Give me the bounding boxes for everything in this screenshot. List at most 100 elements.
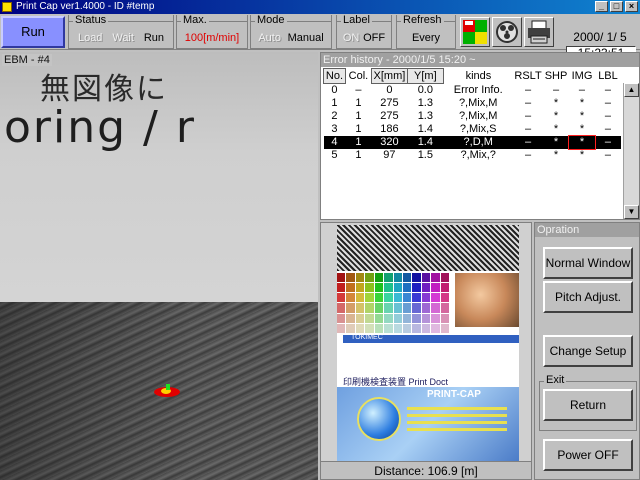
table-cell: 1 <box>345 135 372 149</box>
close-button[interactable]: × <box>625 1 638 12</box>
preview-tk-text: TOKIMEC <box>351 334 383 341</box>
film-reel-button[interactable] <box>492 17 522 47</box>
column-header[interactable]: X[mm] <box>370 68 408 84</box>
table-cell: 320 <box>371 135 408 149</box>
color-swatch <box>440 323 449 333</box>
printer-button[interactable] <box>524 17 554 47</box>
color-swatch <box>384 283 393 293</box>
color-swatch <box>402 323 412 333</box>
mode-manual-option[interactable]: Manual <box>288 32 324 44</box>
color-swatch <box>393 313 402 323</box>
color-swatch <box>431 323 440 333</box>
camera-view[interactable]: 無図像に oring / r EBM - #4 <box>0 52 318 480</box>
maximize-button[interactable]: □ <box>610 1 623 12</box>
label-off-option[interactable]: OFF <box>363 32 385 44</box>
color-swatch <box>355 273 365 283</box>
table-cell: ?,Mix,? <box>460 149 496 161</box>
color-swatch <box>384 303 393 313</box>
color-swatch <box>365 303 374 313</box>
history-scrollbar[interactable]: ▲ ▼ <box>623 83 639 219</box>
table-cell: – <box>604 84 612 96</box>
exit-title: Exit <box>544 374 567 386</box>
table-cell: * <box>553 123 559 135</box>
table-cell: – <box>525 123 532 135</box>
color-swatch <box>346 323 355 333</box>
globe-icon <box>357 397 401 441</box>
table-cell: 97 <box>383 149 396 161</box>
table-cell: – <box>525 149 532 161</box>
color-swatch <box>346 273 355 283</box>
color-swatch <box>421 293 431 303</box>
color-swatch <box>431 273 440 283</box>
column-header[interactable]: RSLT <box>513 69 543 84</box>
table-cell: * <box>543 135 570 149</box>
color-swatch <box>412 273 421 283</box>
error-history-panel: Error history - 2000/1/5 15:20 ~ No. Col… <box>320 52 640 220</box>
column-header[interactable]: SHP <box>543 69 569 84</box>
table-cell: – <box>525 97 532 109</box>
table-cell: 5 <box>331 149 338 161</box>
color-swatch <box>384 323 393 333</box>
minimize-button[interactable]: _ <box>595 1 608 12</box>
column-header[interactable]: LBL <box>595 69 621 84</box>
table-cell: ?,D,M <box>443 135 514 149</box>
table-cell: 275 <box>380 97 399 109</box>
table-cell: 1 <box>355 110 362 122</box>
table-row[interactable]: 0 – 0 0.0 Error Info. – – – – <box>324 84 622 97</box>
label-on-option[interactable]: ON <box>343 32 360 44</box>
column-header[interactable]: No. <box>323 68 346 84</box>
table-cell: 3 <box>331 123 338 135</box>
table-cell: 2 <box>331 110 338 122</box>
color-swatch-chart <box>337 273 449 333</box>
film-reel-icon <box>496 21 518 43</box>
table-cell: 1 <box>331 97 338 109</box>
color-swatch <box>440 313 449 323</box>
window-controls: _ □ × <box>595 1 638 12</box>
column-header[interactable]: Col. <box>345 69 371 84</box>
table-row[interactable]: 4 1 320 1.4 ?,D,M – * * – <box>323 134 621 150</box>
refresh-group: Refresh Every <box>396 14 456 49</box>
color-swatch <box>393 303 402 313</box>
color-swatch <box>402 273 412 283</box>
return-button[interactable]: Return <box>543 389 633 421</box>
color-swatch <box>431 293 440 303</box>
table-row[interactable]: 5 1 97 1.5 ?,Mix,? – * * – <box>324 149 622 162</box>
table-cell: * <box>579 149 585 161</box>
table-cell: * <box>579 97 585 109</box>
table-cell: – <box>604 149 612 161</box>
run-button[interactable]: Run <box>1 16 65 48</box>
color-swatch <box>346 303 355 313</box>
power-off-button[interactable]: Power OFF <box>543 439 633 471</box>
table-row[interactable]: 1 1 275 1.3 ?,Mix,M – * * – <box>324 97 622 110</box>
table-row[interactable]: 2 1 275 1.3 ?,Mix,M – * * – <box>324 110 622 123</box>
title-bar: Print Cap ver1.4000 - ID #temp _ □ × <box>0 0 640 14</box>
color-grid-button[interactable] <box>460 17 490 47</box>
column-header[interactable]: kinds <box>443 69 513 84</box>
normal-window-button[interactable]: Normal Window <box>543 247 633 279</box>
color-swatch <box>421 283 431 293</box>
column-header[interactable]: Y[m] <box>406 68 444 84</box>
status-load-option: Load <box>77 32 103 44</box>
scroll-up-button[interactable]: ▲ <box>624 83 639 97</box>
column-header[interactable]: IMG <box>569 69 595 84</box>
table-row[interactable]: 3 1 186 1.4 ?,Mix,S – * * – <box>324 123 622 136</box>
change-setup-button[interactable]: Change Setup <box>543 335 633 367</box>
color-swatch <box>402 313 412 323</box>
color-swatch <box>440 273 449 283</box>
table-cell: ?,Mix,M <box>458 97 498 109</box>
color-swatch <box>421 273 431 283</box>
color-grid-icon <box>463 20 487 44</box>
pitch-adjust-button[interactable]: Pitch Adjust. <box>543 281 633 313</box>
table-header-row: No. Col. X[mm] Y[m] kinds RSLT SHP IMG L… <box>323 68 622 84</box>
scroll-down-button[interactable]: ▼ <box>624 205 639 219</box>
table-cell: * <box>579 123 585 135</box>
label-group: Label ON OFF <box>336 14 392 49</box>
preview-photo <box>455 273 519 327</box>
max-speed-value[interactable]: 100[m/min] <box>185 32 239 44</box>
color-swatch <box>365 283 374 293</box>
refresh-value[interactable]: Every <box>412 32 440 44</box>
color-swatch <box>374 293 384 303</box>
defect-marker[interactable] <box>152 384 182 398</box>
print-preview-image[interactable]: TOKIMEC 印刷機検査装置 Print Doct PRINT-CAP <box>337 225 519 461</box>
mode-auto-option[interactable]: Auto <box>258 32 281 44</box>
